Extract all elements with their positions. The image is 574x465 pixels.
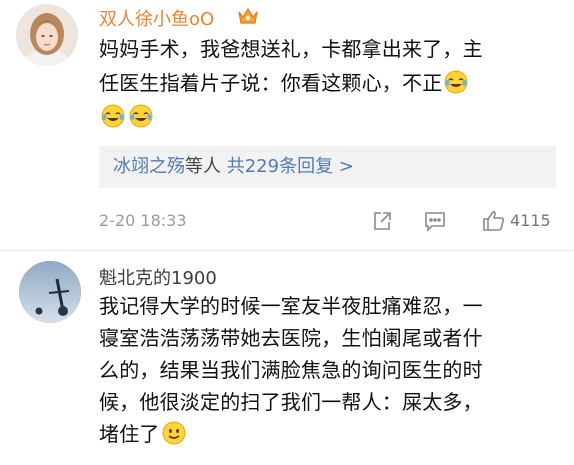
comment-text-line: 堵住了 bbox=[99, 418, 551, 450]
comment-text-line: 任医生指着片子说：你看这颗心，不正 bbox=[99, 66, 551, 100]
divider bbox=[0, 250, 574, 251]
comment-text-segment: 任医生指着片子说：你看这颗心，不正 bbox=[99, 71, 443, 95]
laughing-tears-emoji-icon bbox=[129, 104, 153, 128]
reply-user-link[interactable]: 冰翊之殇 bbox=[113, 156, 185, 177]
like-icon[interactable] bbox=[482, 209, 506, 233]
timestamp: 2-20 18:33 bbox=[99, 211, 187, 230]
share-icon[interactable] bbox=[370, 209, 394, 233]
laughing-tears-emoji-icon bbox=[101, 104, 125, 128]
laughing-tears-emoji-icon bbox=[444, 70, 468, 94]
comment-icon[interactable] bbox=[423, 209, 447, 233]
username[interactable]: 双人徐小鱼oO bbox=[99, 5, 214, 31]
comment-text-line: 寝室浩浩荡荡带她去医院，生怕阑尾或者什 bbox=[99, 326, 483, 350]
like-count: 4115 bbox=[510, 211, 551, 230]
comment-text: 我记得大学的时候一室友半夜肚痛难忍，一 寝室浩浩荡荡带她去医院，生怕阑尾或者什 … bbox=[99, 290, 551, 450]
comment-text-line: 我记得大学的时候一室友半夜肚痛难忍，一 bbox=[99, 294, 483, 318]
comment-text: 妈妈手术，我爸想送礼，卡都拿出来了，主 任医生指着片子说：你看这颗心，不正 bbox=[99, 32, 551, 134]
replies-summary[interactable]: 冰翊之殇等人 共229条回复 > bbox=[99, 146, 556, 188]
comment-meta: 2-20 18:33 4115 bbox=[99, 206, 556, 236]
smile-emoji-icon bbox=[162, 421, 186, 445]
comment-text-segment: 堵住了 bbox=[99, 422, 160, 446]
comment-emoji-line bbox=[99, 100, 551, 134]
username[interactable]: 魁北克的1900 bbox=[99, 264, 217, 290]
crown-badge-icon bbox=[237, 6, 259, 26]
avatar[interactable] bbox=[16, 4, 78, 66]
comment-text-line: 候，他很淡定的扫了我们一帮人：屎太多， bbox=[99, 390, 483, 414]
reply-etc-label: 等人 bbox=[185, 156, 221, 177]
comment-text-line: 么的，结果当我们满脸焦急的询问医生的时 bbox=[99, 358, 483, 382]
avatar[interactable] bbox=[19, 261, 81, 323]
comment-text-line: 妈妈手术，我爸想送礼，卡都拿出来了，主 bbox=[99, 37, 483, 61]
reply-count-link[interactable]: 共229条回复 > bbox=[221, 156, 354, 177]
